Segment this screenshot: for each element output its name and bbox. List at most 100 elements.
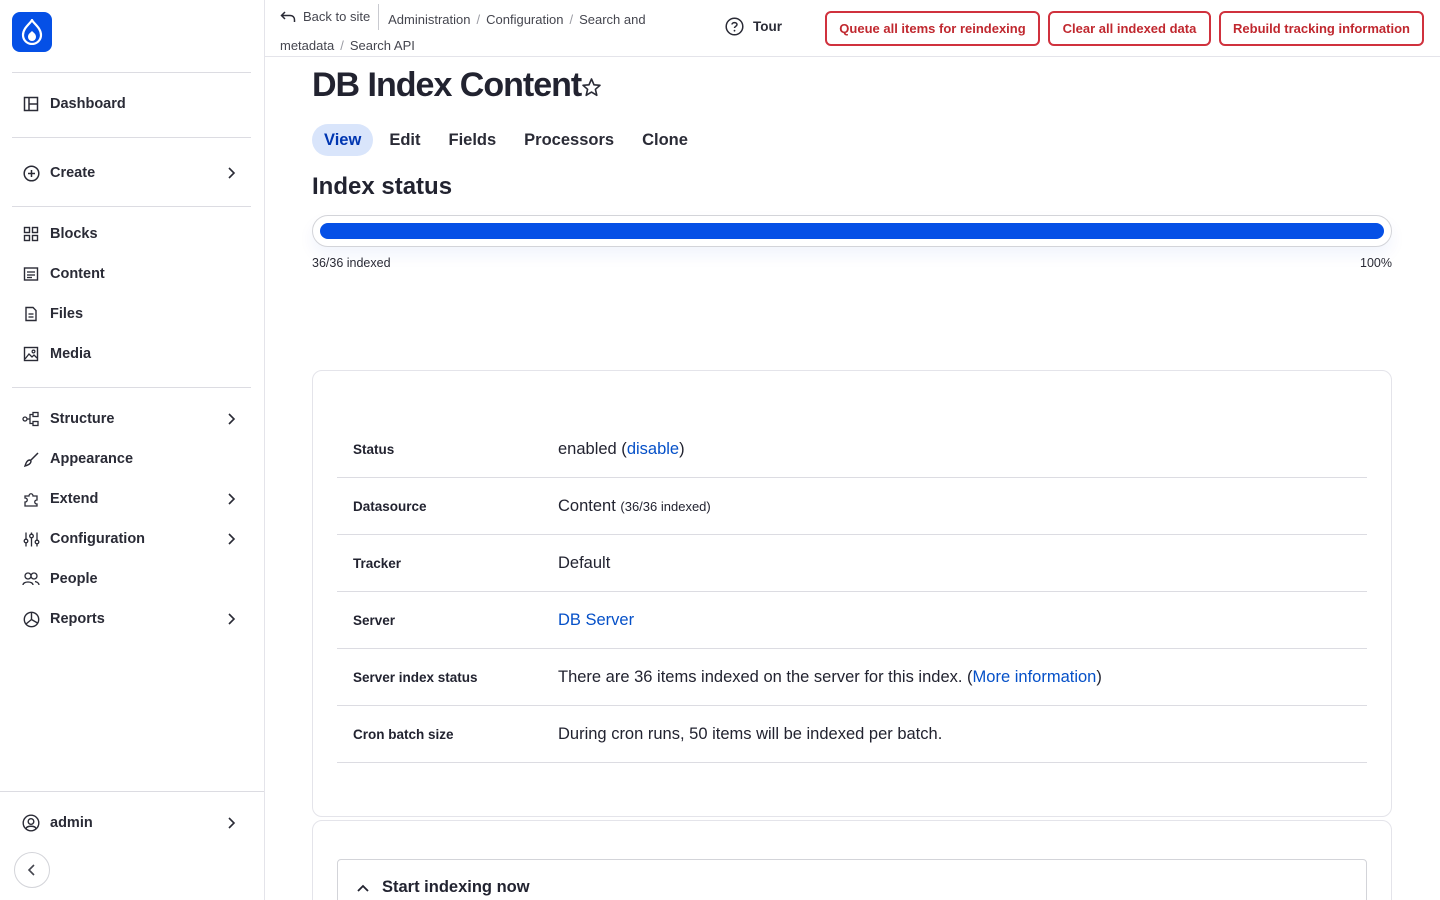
help-circle-icon	[725, 17, 744, 36]
datasource-value: Content	[558, 496, 616, 515]
server-index-suffix: )	[1096, 667, 1102, 686]
info-value: enabled (disable)	[558, 440, 685, 459]
sidebar-item-label: Blocks	[50, 226, 98, 242]
sidebar-divider	[0, 791, 264, 792]
sidebar-item-label: Reports	[50, 611, 105, 627]
chevron-right-icon	[228, 167, 236, 179]
sidebar-item-label: Content	[50, 266, 105, 282]
blocks-icon	[22, 225, 40, 243]
sidebar-item-label: Files	[50, 306, 84, 322]
sidebar-item-label: Configuration	[50, 531, 146, 547]
collapse-sidebar-button[interactable]	[14, 852, 50, 888]
index-progress-fill	[320, 223, 1384, 239]
info-value: Content (36/36 indexed)	[558, 497, 711, 516]
info-label: Status	[353, 441, 395, 457]
sidebar-item-reports[interactable]: Reports	[12, 601, 251, 637]
info-row-server-index-status: Server index status There are 36 items i…	[337, 649, 1367, 706]
tab-processors[interactable]: Processors	[512, 124, 626, 156]
index-status-heading: Index status	[312, 173, 453, 200]
db-server-link[interactable]: DB Server	[558, 611, 634, 629]
info-row-cron-batch-size: Cron batch size During cron runs, 50 ite…	[337, 706, 1367, 763]
index-progress-bar	[312, 215, 1392, 247]
index-info-card: Status enabled (disable) Datasource Cont…	[312, 370, 1392, 817]
server-index-text: There are 36 items indexed on the server…	[558, 667, 973, 686]
cron-batch-value: During cron runs, 50 items will be index…	[558, 724, 943, 743]
start-indexing-label: Start indexing now	[382, 878, 530, 896]
sidebar-item-label: Media	[50, 346, 92, 362]
people-icon	[22, 570, 40, 588]
clear-indexed-data-button[interactable]: Clear all indexed data	[1048, 11, 1211, 46]
tab-edit[interactable]: Edit	[377, 124, 432, 156]
top-bar: Back to site Administration / Configuratio…	[265, 0, 1440, 57]
sidebar-item-extend[interactable]: Extend	[12, 481, 251, 517]
chevron-right-icon	[228, 613, 236, 625]
datasource-detail: (36/36 indexed)	[620, 498, 711, 514]
more-information-link[interactable]: More information	[973, 668, 1097, 686]
star-icon[interactable]	[581, 77, 602, 98]
sidebar-divider	[12, 206, 251, 207]
chevron-right-icon	[228, 493, 236, 505]
back-to-site-label: Back to site	[303, 9, 371, 24]
sidebar-item-people[interactable]: People	[12, 561, 251, 597]
breadcrumb-separator: /	[340, 38, 344, 53]
sliders-icon	[22, 530, 40, 548]
sidebar-item-label: admin	[50, 815, 93, 831]
sidebar-item-blocks[interactable]: Blocks	[12, 216, 251, 252]
back-arrow-icon	[280, 11, 296, 22]
sidebar-item-dashboard[interactable]: Dashboard	[12, 86, 251, 122]
sidebar-item-content[interactable]: Content	[12, 256, 251, 292]
back-to-site-link[interactable]: Back to site	[280, 4, 380, 30]
chevron-right-icon	[228, 533, 236, 545]
sidebar-item-configuration[interactable]: Configuration	[12, 521, 251, 557]
disable-link[interactable]: disable	[627, 440, 679, 458]
info-row-datasource: Datasource Content (36/36 indexed)	[337, 478, 1367, 535]
brush-icon	[22, 450, 40, 468]
dashboard-icon	[22, 95, 40, 113]
sidebar-item-label: Structure	[50, 411, 115, 427]
content-icon	[22, 265, 40, 283]
breadcrumb-separator: /	[569, 12, 574, 27]
info-label: Cron batch size	[353, 726, 454, 742]
puzzle-icon	[22, 490, 40, 508]
info-label: Server index status	[353, 669, 478, 685]
tab-fields[interactable]: Fields	[436, 124, 508, 156]
breadcrumb-item-administration[interactable]: Administration	[388, 12, 470, 27]
queue-reindex-button[interactable]: Queue all items for reindexing	[825, 11, 1040, 46]
info-row-tracker: Tracker Default	[337, 535, 1367, 592]
info-row-server: Server DB Server	[337, 592, 1367, 649]
sidebar: Dashboard Create Blocks Content Files Me…	[0, 0, 265, 900]
breadcrumb-item-search-api[interactable]: Search API	[350, 38, 415, 53]
rebuild-tracking-button[interactable]: Rebuild tracking information	[1219, 11, 1424, 46]
start-indexing-details: Start indexing now	[337, 859, 1367, 900]
drupal-drop-icon	[21, 19, 43, 45]
chevron-right-icon	[228, 413, 236, 425]
sidebar-item-appearance[interactable]: Appearance	[12, 441, 251, 477]
reports-icon	[22, 610, 40, 628]
tab-view[interactable]: View	[312, 124, 374, 156]
status-text: enabled (	[558, 439, 627, 458]
breadcrumb-separator: /	[476, 12, 481, 27]
sidebar-item-label: Extend	[50, 491, 99, 507]
index-info-table: Status enabled (disable) Datasource Cont…	[337, 421, 1367, 763]
start-indexing-toggle[interactable]: Start indexing now	[356, 878, 530, 897]
info-label: Server	[353, 612, 396, 628]
user-circle-icon	[22, 814, 40, 832]
page-title: DB Index Content	[312, 66, 582, 104]
breadcrumb-item-configuration[interactable]: Configuration	[486, 12, 563, 27]
tour-button[interactable]: Tour	[725, 17, 782, 36]
sidebar-item-user[interactable]: admin	[12, 805, 251, 841]
breadcrumb: Back to site Administration / Configuratio…	[280, 4, 690, 59]
progress-percent-label: 100%	[1360, 256, 1392, 270]
sidebar-item-label: People	[50, 571, 98, 587]
sidebar-item-create[interactable]: Create	[12, 155, 251, 191]
sidebar-item-files[interactable]: Files	[12, 296, 251, 332]
tab-clone[interactable]: Clone	[630, 124, 700, 156]
sidebar-divider	[12, 387, 251, 388]
start-indexing-card: Start indexing now	[312, 820, 1392, 900]
sidebar-item-structure[interactable]: Structure	[12, 401, 251, 437]
drupal-logo[interactable]	[12, 12, 52, 52]
structure-icon	[22, 410, 40, 428]
info-label: Datasource	[353, 498, 427, 514]
sidebar-item-media[interactable]: Media	[12, 336, 251, 372]
status-suffix: )	[679, 439, 685, 458]
